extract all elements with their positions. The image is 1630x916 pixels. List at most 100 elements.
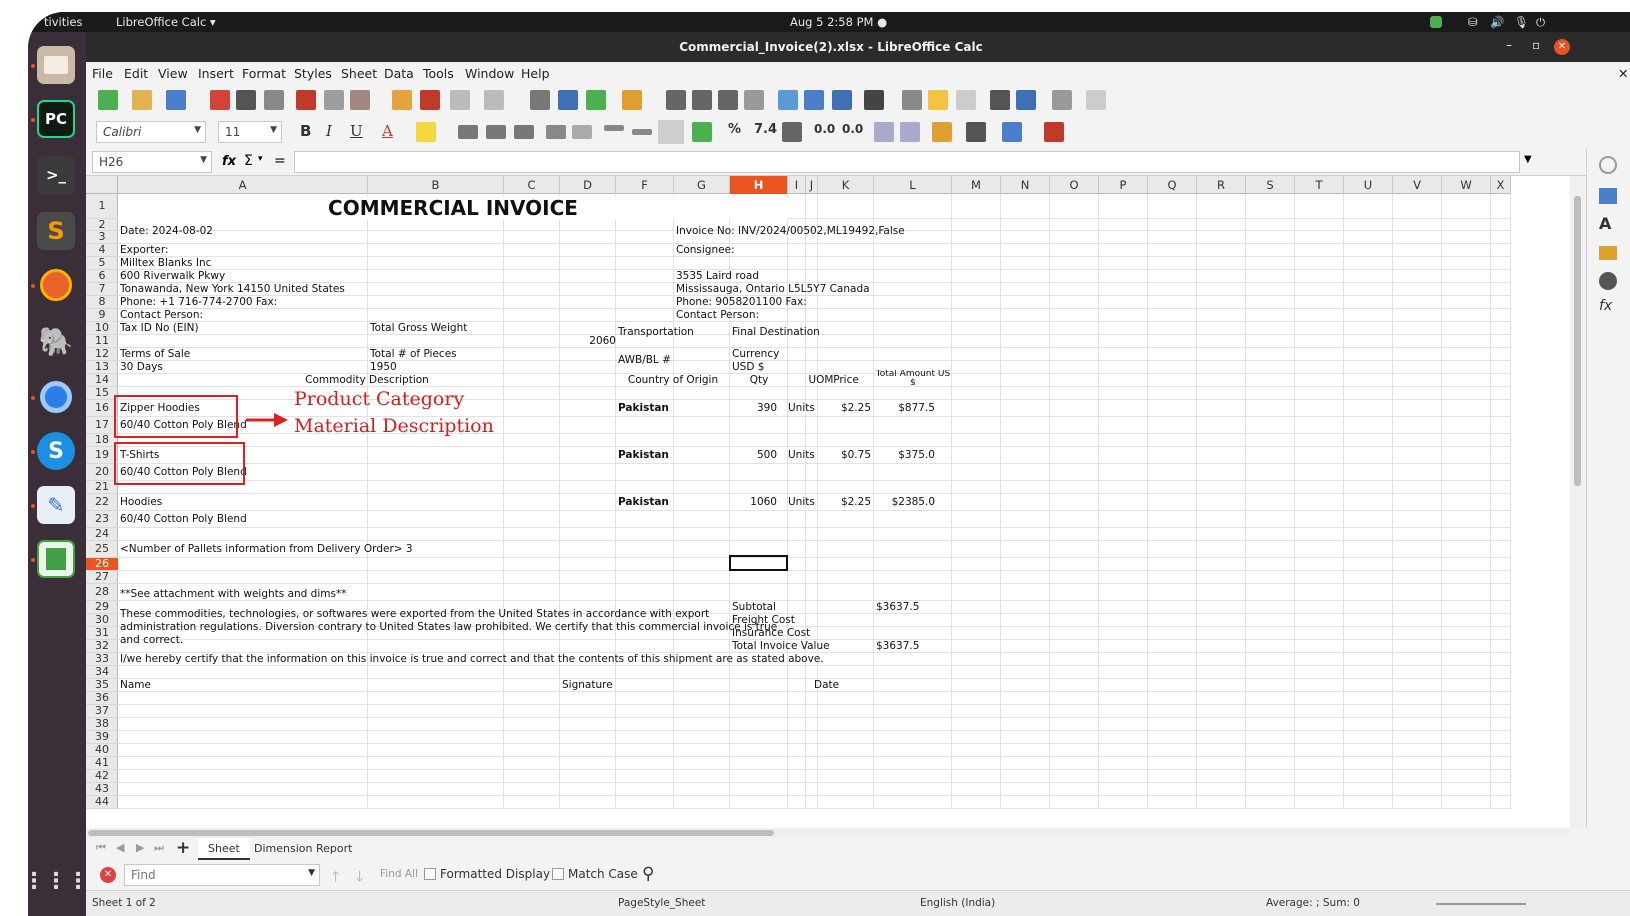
underline-icon[interactable]: U: [350, 122, 363, 140]
gallery-icon[interactable]: [1599, 246, 1617, 260]
menu-view[interactable]: View: [158, 66, 188, 81]
undo-icon[interactable]: [450, 90, 470, 110]
print-icon[interactable]: [236, 90, 256, 110]
files-icon[interactable]: [37, 46, 75, 84]
currency-format-icon[interactable]: [692, 122, 712, 142]
align-center-icon[interactable]: [486, 125, 506, 139]
formatted-display-checkbox[interactable]: [424, 868, 436, 880]
hyperlink-icon[interactable]: [902, 90, 922, 110]
comment-icon[interactable]: [928, 90, 948, 110]
find-next-icon[interactable]: 🡓: [356, 866, 363, 890]
row-header-23[interactable]: 23: [86, 511, 118, 528]
show-draw-icon[interactable]: [1086, 90, 1106, 110]
cell-area[interactable]: COMMERCIAL INVOICE Date: 2024-08-02 Invoic…: [114, 194, 1511, 809]
app-menu[interactable]: LibreOffice Calc ▾: [116, 15, 216, 29]
split-window-icon[interactable]: [1052, 90, 1072, 110]
column-header-u[interactable]: U: [1344, 176, 1393, 194]
properties-icon[interactable]: [1599, 156, 1617, 174]
delete-decimal-icon[interactable]: 0.0: [842, 122, 863, 136]
column-header-q[interactable]: Q: [1148, 176, 1197, 194]
column-header-l[interactable]: L: [874, 176, 952, 194]
sum-summary[interactable]: Average: ; Sum: 0: [1266, 897, 1360, 909]
find-previous-icon[interactable]: 🡑: [332, 866, 339, 890]
merge-cells-icon[interactable]: [572, 125, 592, 139]
find-replace-icon[interactable]: ⚲: [642, 864, 654, 884]
special-character-icon[interactable]: [864, 90, 884, 110]
align-top-icon[interactable]: [604, 125, 624, 131]
column-header-c[interactable]: C: [504, 176, 560, 194]
text-editor-icon[interactable]: ✎: [37, 486, 75, 524]
find-input[interactable]: ▼: [124, 864, 320, 886]
column-header-k[interactable]: K: [818, 176, 874, 194]
border-color-icon[interactable]: [1002, 122, 1022, 142]
navigator-icon[interactable]: [1599, 272, 1617, 290]
column-header-o[interactable]: O: [1050, 176, 1099, 194]
tab-sheet[interactable]: Sheet: [198, 838, 250, 860]
chevron-down-icon[interactable]: ▾: [258, 154, 263, 164]
tab-dimension-report[interactable]: Dimension Report: [254, 842, 352, 855]
chevron-down-icon[interactable]: ▼: [308, 868, 315, 878]
freeze-rows-icon[interactable]: [1016, 90, 1036, 110]
column-header-m[interactable]: M: [952, 176, 1001, 194]
align-bottom-icon[interactable]: [658, 120, 684, 144]
column-header-j[interactable]: J: [806, 176, 818, 194]
pycharm-icon[interactable]: PC: [37, 100, 75, 138]
function-wizard-icon[interactable]: fx: [222, 154, 236, 169]
column-header-d[interactable]: D: [560, 176, 616, 194]
add-sheet-icon[interactable]: +: [176, 838, 190, 858]
spelling-icon[interactable]: [558, 90, 578, 110]
cut-icon[interactable]: [296, 90, 316, 110]
firefox-icon[interactable]: [37, 266, 75, 304]
save-icon[interactable]: [166, 90, 186, 110]
text-icon[interactable]: A: [1599, 214, 1611, 233]
activities-button[interactable]: tivities: [44, 15, 82, 29]
headers-footers-icon[interactable]: [956, 90, 976, 110]
close-find-icon[interactable]: ✕: [100, 867, 116, 883]
styles-icon[interactable]: [1599, 188, 1617, 204]
row-header-1[interactable]: 1: [86, 194, 118, 219]
row-header-22[interactable]: 22: [86, 494, 118, 511]
expand-formula-icon[interactable]: ▼: [1524, 154, 1532, 165]
align-left-icon[interactable]: [458, 125, 478, 139]
prev-sheet-icon[interactable]: ◀: [116, 841, 124, 854]
clock[interactable]: Aug 5 2:58 PM ●: [790, 15, 887, 29]
print-ranges-icon[interactable]: [990, 90, 1010, 110]
highlight-icon[interactable]: [416, 122, 436, 142]
vertical-scroll-thumb[interactable]: [1574, 196, 1581, 486]
column-header-h[interactable]: H: [730, 176, 788, 194]
cell-cursor-h26[interactable]: [729, 555, 788, 571]
close-document-icon[interactable]: ✕: [1618, 66, 1628, 81]
clear-formatting-icon[interactable]: [420, 90, 440, 110]
vertical-scrollbar[interactable]: [1570, 176, 1586, 828]
spreadsheet-grid[interactable]: ABCDFGHIJKLMNOPQRSTUVWX 1 2 3 4 5 6 7 8 9 10 11 12 1…: [86, 176, 1570, 828]
power-icon[interactable]: ⏻: [1536, 15, 1545, 30]
borders-icon[interactable]: [932, 122, 952, 142]
menu-file[interactable]: File: [92, 66, 113, 81]
row-icon[interactable]: [586, 90, 606, 110]
horizontal-scrollbar[interactable]: [86, 828, 1570, 838]
row-header-27[interactable]: 27: [86, 571, 118, 584]
autofilter-icon[interactable]: [744, 90, 764, 110]
volume-icon[interactable]: 🔊: [1490, 15, 1504, 29]
sheet-count[interactable]: Sheet 1 of 2: [92, 897, 156, 909]
functions-icon[interactable]: fx: [1599, 298, 1612, 314]
new-icon[interactable]: [98, 90, 118, 110]
conditional-format-icon[interactable]: [1044, 122, 1064, 142]
network-icon[interactable]: ⛁: [1468, 15, 1478, 29]
add-decimal-icon[interactable]: 0.0: [814, 122, 835, 136]
column-header-g[interactable]: G: [674, 176, 730, 194]
close-icon[interactable]: ✕: [1554, 39, 1570, 55]
match-case-checkbox[interactable]: [552, 868, 564, 880]
page-style[interactable]: PageStyle_Sheet: [618, 897, 705, 909]
column-header-f[interactable]: F: [616, 176, 674, 194]
percent-format-icon[interactable]: %: [728, 122, 741, 137]
align-middle-icon[interactable]: [632, 129, 652, 135]
first-sheet-icon[interactable]: ⏮: [96, 841, 106, 855]
sort-icon[interactable]: [666, 90, 686, 110]
border-style-icon[interactable]: [966, 122, 986, 142]
zoom-slider[interactable]: [1436, 903, 1526, 905]
decrease-indent-icon[interactable]: [900, 122, 920, 142]
menu-edit[interactable]: Edit: [124, 66, 148, 81]
row-header-25[interactable]: 25: [86, 541, 118, 558]
font-color-icon[interactable]: A: [382, 122, 393, 140]
